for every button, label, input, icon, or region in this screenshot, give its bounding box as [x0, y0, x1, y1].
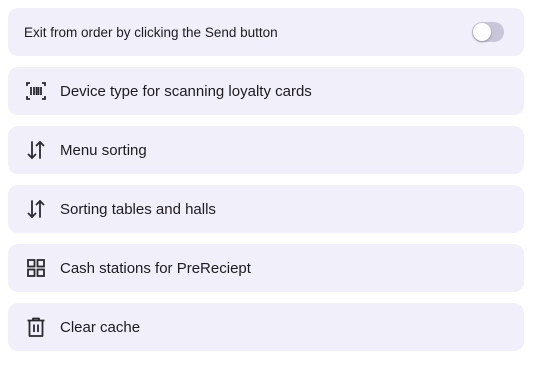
grid-icon — [24, 256, 48, 280]
barcode-scanner-icon — [24, 79, 48, 103]
sorting-tables-halls-label: Sorting tables and halls — [60, 200, 216, 218]
device-type-scanning-label: Device type for scanning loyalty cards — [60, 82, 312, 100]
switch-knob — [473, 23, 491, 41]
menu-sorting-item[interactable]: Menu sorting — [8, 126, 524, 174]
sort-arrows-icon — [24, 197, 48, 221]
clear-cache-label: Clear cache — [60, 318, 141, 336]
cash-stations-prereceipt-label: Cash stations for PreReciept — [60, 259, 251, 277]
clear-cache-item[interactable]: Clear cache — [8, 303, 524, 351]
trash-icon — [24, 315, 48, 339]
sorting-tables-halls-item[interactable]: Sorting tables and halls — [8, 185, 524, 233]
exit-on-send-switch[interactable] — [472, 22, 504, 42]
exit-on-send-setting: Exit from order by clicking the Send but… — [8, 8, 524, 56]
sort-arrows-icon — [24, 138, 48, 162]
cash-stations-prereceipt-item[interactable]: Cash stations for PreReciept — [8, 244, 524, 292]
exit-on-send-label: Exit from order by clicking the Send but… — [24, 24, 278, 40]
menu-sorting-label: Menu sorting — [60, 141, 147, 159]
device-type-scanning-item[interactable]: Device type for scanning loyalty cards — [8, 67, 524, 115]
